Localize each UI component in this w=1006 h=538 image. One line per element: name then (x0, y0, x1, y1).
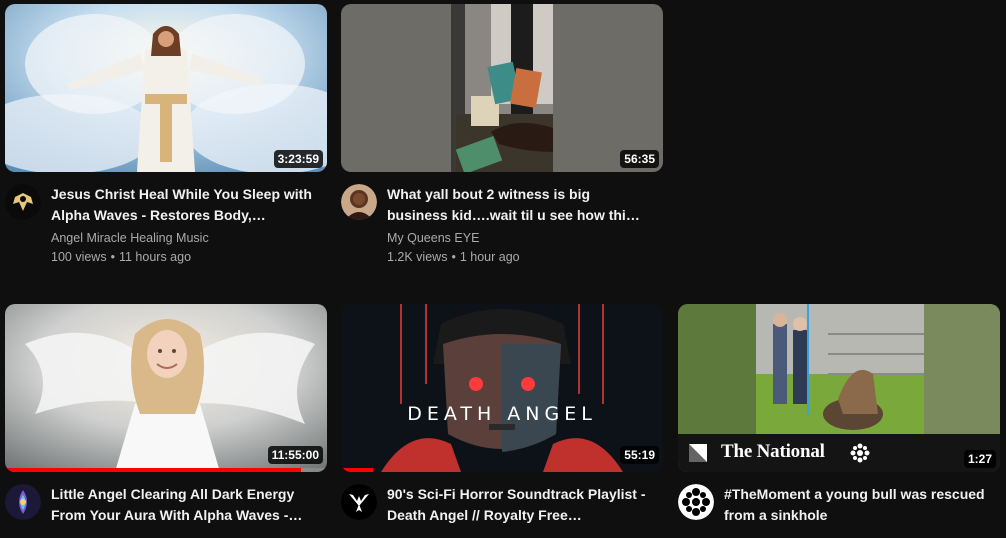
video-card[interactable]: 56:35 What yall bout 2 witness is big bu… (341, 4, 663, 267)
video-duration: 56:35 (620, 150, 659, 168)
the-national-logo-icon (689, 444, 707, 462)
video-title[interactable]: What yall bout 2 witness is big business… (387, 184, 649, 226)
view-count: 100 views (51, 250, 107, 264)
channel-name[interactable]: My Queens EYE (387, 229, 649, 247)
news-brand-name: The National (721, 441, 825, 462)
upload-age: 1 hour ago (459, 250, 520, 264)
thumbnail-image (341, 304, 663, 472)
video-thumbnail[interactable]: 3:23:59 (5, 4, 327, 172)
video-duration: 1:27 (963, 450, 996, 468)
upload-age: 11 hours ago (118, 250, 192, 264)
video-card[interactable]: 3:23:59 Jesus Christ Heal While You Slee… (5, 4, 327, 267)
channel-avatar[interactable] (341, 184, 377, 220)
thumbnail-image (5, 4, 327, 172)
video-thumbnail[interactable]: 11:55:00 (5, 304, 327, 472)
thumbnail-image (341, 4, 663, 172)
video-card[interactable]: The National 1:27 #TheMoment a young bul… (678, 304, 1000, 526)
view-count: 1.2K views (387, 250, 448, 264)
video-grid: 3:23:59 Jesus Christ Heal While You Slee… (0, 0, 1006, 538)
video-thumbnail[interactable]: DEATH ANGEL 55:19 (341, 304, 663, 472)
watch-progress-bar (5, 468, 302, 472)
channel-avatar[interactable] (5, 484, 41, 520)
video-thumbnail[interactable]: 56:35 (341, 4, 663, 172)
video-title[interactable]: 90's Sci-Fi Horror Soundtrack Playlist -… (387, 484, 649, 526)
channel-avatar[interactable] (341, 484, 377, 520)
video-title[interactable]: Little Angel Clearing All Dark Energy Fr… (51, 484, 313, 526)
video-duration: 11:55:00 (267, 446, 323, 464)
video-card[interactable]: DEATH ANGEL 55:19 90's Sci-Fi Horror Sou… (341, 304, 663, 526)
video-duration: 3:23:59 (273, 150, 323, 168)
video-duration: 55:19 (620, 446, 659, 464)
video-card[interactable]: 11:55:00 Little Angel Clearing All Dark … (5, 304, 327, 526)
news-branding-bar: The National (678, 434, 1000, 472)
thumbnail-title-text: DEATH ANGEL (407, 403, 597, 425)
channel-avatar[interactable] (5, 184, 41, 220)
channel-avatar[interactable] (678, 484, 714, 520)
cbc-gem-icon (850, 443, 870, 463)
channel-name[interactable]: Angel Miracle Healing Music (51, 229, 313, 247)
watch-progress-bar (341, 468, 374, 472)
stats-separator: • (110, 250, 115, 264)
video-thumbnail[interactable]: The National 1:27 (678, 304, 1000, 472)
video-stats: 1.2K views • 1 hour ago (387, 247, 649, 267)
video-stats: 100 views • 11 hours ago (51, 247, 313, 267)
video-title[interactable]: Jesus Christ Heal While You Sleep with A… (51, 184, 313, 226)
video-title[interactable]: #TheMoment a young bull was rescued from… (724, 484, 986, 526)
stats-separator: • (451, 250, 456, 264)
